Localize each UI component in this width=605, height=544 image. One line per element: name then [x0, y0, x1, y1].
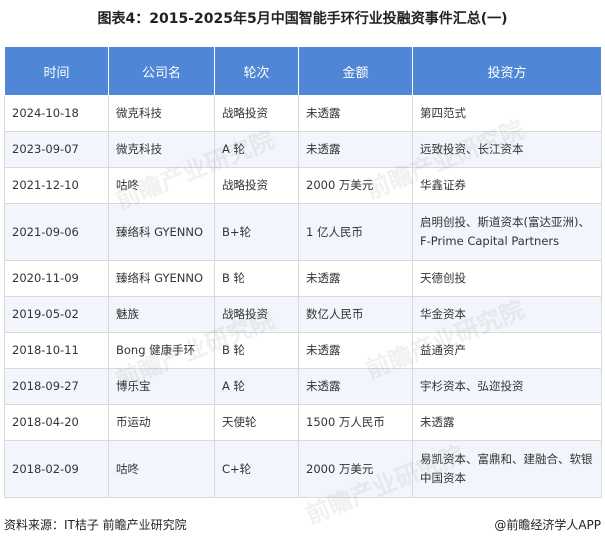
cell-date: 2020-11-09 [4, 260, 109, 297]
cell-round: 战略投资 [214, 95, 299, 132]
cell-investors: 易凯资本、富鼎和、建融合、软银中国资本 [412, 440, 602, 498]
investment-table: 时间 公司名 轮次 金额 投资方 2024-10-18 微克科技 战略投资 未透… [4, 46, 602, 498]
table-row: 2019-05-02 魅族 战略投资 数亿人民币 华金资本 [4, 296, 602, 333]
cell-round: 战略投资 [214, 167, 299, 204]
cell-date: 2018-10-11 [4, 332, 109, 369]
cell-date: 2018-02-09 [4, 440, 109, 498]
header-date: 时间 [4, 46, 109, 96]
cell-date: 2019-05-02 [4, 296, 109, 333]
table-row: 2024-10-18 微克科技 战略投资 未透露 第四范式 [4, 95, 602, 132]
header-company: 公司名 [108, 46, 215, 96]
cell-amount: 2000 万美元 [298, 440, 413, 498]
cell-amount: 未透露 [298, 368, 413, 405]
table-row: 2020-11-09 臻络科 GYENNO B 轮 未透露 天德创投 [4, 260, 602, 297]
cell-company: 臻络科 GYENNO [108, 203, 215, 261]
cell-amount: 未透露 [298, 260, 413, 297]
cell-amount: 未透露 [298, 131, 413, 168]
cell-date: 2024-10-18 [4, 95, 109, 132]
cell-company: 咕咚 [108, 440, 215, 498]
cell-date: 2018-09-27 [4, 368, 109, 405]
cell-company: 臻络科 GYENNO [108, 260, 215, 297]
cell-round: A 轮 [214, 131, 299, 168]
header-investors: 投资方 [412, 46, 602, 96]
table-row: 2018-10-11 Bong 健康手环 B 轮 未透露 益通资产 [4, 332, 602, 369]
cell-investors: 第四范式 [412, 95, 602, 132]
header-amount: 金额 [298, 46, 413, 96]
table-row: 2021-09-06 臻络科 GYENNO B+轮 1 亿人民币 启明创投、斯道… [4, 203, 602, 261]
cell-round: C+轮 [214, 440, 299, 498]
cell-amount: 2000 万美元 [298, 167, 413, 204]
investment-table-container: 时间 公司名 轮次 金额 投资方 2024-10-18 微克科技 战略投资 未透… [4, 46, 602, 498]
cell-company: 微克科技 [108, 131, 215, 168]
cell-company: 博乐宝 [108, 368, 215, 405]
cell-amount: 未透露 [298, 95, 413, 132]
table-row: 2018-09-27 博乐宝 A 轮 未透露 宇杉资本、弘迩投资 [4, 368, 602, 405]
cell-date: 2021-09-06 [4, 203, 109, 261]
cell-amount: 数亿人民币 [298, 296, 413, 333]
table-row: 2018-04-20 币运动 天使轮 1500 万人民币 未透露 [4, 404, 602, 441]
table-row: 2023-09-07 微克科技 A 轮 未透露 远致投资、长江资本 [4, 131, 602, 168]
cell-round: 天使轮 [214, 404, 299, 441]
cell-round: 战略投资 [214, 296, 299, 333]
table-row: 2018-02-09 咕咚 C+轮 2000 万美元 易凯资本、富鼎和、建融合、… [4, 440, 602, 498]
source-note: 资料来源：IT桔子 前瞻产业研究院 [4, 518, 187, 532]
cell-investors: 启明创投、斯道资本(富达亚洲)、F-Prime Capital Partners [412, 203, 602, 261]
cell-round: A 轮 [214, 368, 299, 405]
cell-round: B 轮 [214, 332, 299, 369]
cell-investors: 华鑫证券 [412, 167, 602, 204]
cell-round: B+轮 [214, 203, 299, 261]
header-round: 轮次 [214, 46, 299, 96]
cell-round: B 轮 [214, 260, 299, 297]
cell-investors: 宇杉资本、弘迩投资 [412, 368, 602, 405]
footer: 资料来源：IT桔子 前瞻产业研究院 @前瞻经济学人APP [4, 516, 601, 534]
cell-investors: 天德创投 [412, 260, 602, 297]
cell-amount: 1500 万人民币 [298, 404, 413, 441]
cell-investors: 益通资产 [412, 332, 602, 369]
cell-amount: 1 亿人民币 [298, 203, 413, 261]
cell-company: 微克科技 [108, 95, 215, 132]
cell-company: 币运动 [108, 404, 215, 441]
brand-credit: @前瞻经济学人APP [494, 518, 601, 532]
cell-company: 魅族 [108, 296, 215, 333]
cell-date: 2023-09-07 [4, 131, 109, 168]
cell-investors: 华金资本 [412, 296, 602, 333]
chart-title: 图表4：2015-2025年5月中国智能手环行业投融资事件汇总(一) [97, 11, 508, 27]
cell-date: 2018-04-20 [4, 404, 109, 441]
cell-date: 2021-12-10 [4, 167, 109, 204]
table-row: 2021-12-10 咕咚 战略投资 2000 万美元 华鑫证券 [4, 167, 602, 204]
cell-amount: 未透露 [298, 332, 413, 369]
cell-investors: 未透露 [412, 404, 602, 441]
cell-company: 咕咚 [108, 167, 215, 204]
table-header-row: 时间 公司名 轮次 金额 投资方 [4, 46, 602, 96]
cell-investors: 远致投资、长江资本 [412, 131, 602, 168]
cell-company: Bong 健康手环 [108, 332, 215, 369]
